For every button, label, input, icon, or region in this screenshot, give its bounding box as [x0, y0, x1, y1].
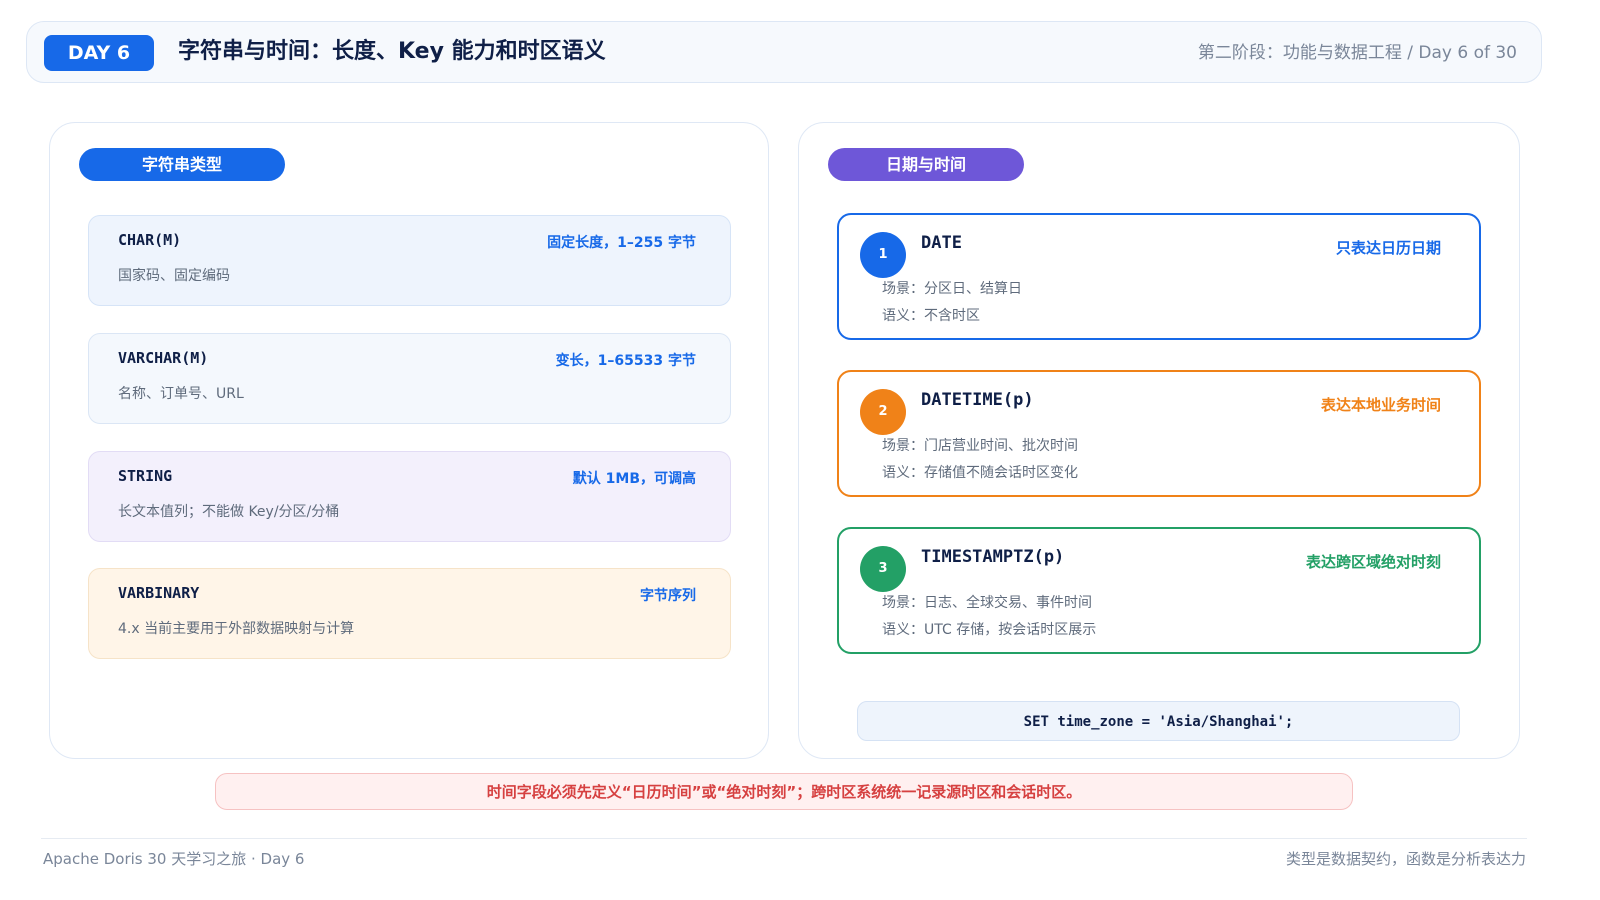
type-scene: 场景：分区日、结算日	[882, 281, 1022, 297]
type-tag: 表达跨区域绝对时刻	[1305, 553, 1441, 571]
datetime-types-label: 日期与时间	[828, 148, 1024, 181]
step-number-badge: 3	[860, 546, 906, 592]
page-title: 字符串与时间：长度、Key 能力和时区语义	[178, 39, 606, 64]
type-name: DATE	[921, 233, 962, 253]
warning-banner: 时间字段必须先定义“日历时间”或“绝对时刻”；跨时区系统统一记录源时区和会话时区…	[215, 773, 1353, 810]
string-types-panel: 字符串类型 CHAR(M) 固定长度，1–255 字节 国家码、固定编码 VAR…	[49, 122, 769, 759]
time-type-card-datetime: 2 DATETIME(p) 表达本地业务时间 场景：门店营业时间、批次时间 语义…	[837, 370, 1481, 497]
type-name: VARBINARY	[118, 584, 200, 602]
header-bar: DAY 6 字符串与时间：长度、Key 能力和时区语义 第二阶段：功能与数据工程…	[26, 21, 1542, 83]
type-scene: 场景：日志、全球交易、事件时间	[882, 595, 1092, 611]
time-type-card-timestamptz: 3 TIMESTAMPTZ(p) 表达跨区域绝对时刻 场景：日志、全球交易、事件…	[837, 527, 1481, 654]
type-desc: 长文本值列；不能做 Key/分区/分桶	[118, 504, 340, 520]
type-tag: 字节序列	[640, 588, 696, 604]
datetime-types-panel: 日期与时间 1 DATE 只表达日历日期 场景：分区日、结算日 语义：不含时区 …	[798, 122, 1520, 759]
step-number-badge: 2	[860, 389, 906, 435]
type-tag: 只表达日历日期	[1335, 239, 1441, 257]
string-type-card-string: STRING 默认 1MB，可调高 长文本值列；不能做 Key/分区/分桶	[88, 451, 731, 542]
type-name: STRING	[118, 467, 173, 485]
type-name: CHAR(M)	[118, 231, 182, 249]
type-semantics: 语义：存储值不随会话时区变化	[882, 465, 1078, 481]
type-semantics: 语义：UTC 存储，按会话时区展示	[882, 622, 1097, 638]
type-tag: 变长，1–65533 字节	[555, 353, 696, 369]
stage-info: 第二阶段：功能与数据工程 / Day 6 of 30	[1197, 43, 1517, 63]
string-type-card-varchar: VARCHAR(M) 变长，1–65533 字节 名称、订单号、URL	[88, 333, 731, 424]
type-name: VARCHAR(M)	[118, 349, 209, 367]
day-badge: DAY 6	[44, 35, 154, 71]
type-tag: 默认 1MB，可调高	[572, 471, 696, 487]
type-tag: 固定长度，1–255 字节	[547, 235, 696, 251]
type-name: TIMESTAMPTZ(p)	[921, 547, 1065, 567]
time-type-card-date: 1 DATE 只表达日历日期 场景：分区日、结算日 语义：不含时区	[837, 213, 1481, 340]
timezone-code-snippet: SET time_zone = 'Asia/Shanghai';	[857, 701, 1460, 741]
string-type-card-varbinary: VARBINARY 字节序列 4.x 当前主要用于外部数据映射与计算	[88, 568, 731, 659]
type-name: DATETIME(p)	[921, 390, 1034, 410]
type-tag: 表达本地业务时间	[1320, 396, 1441, 414]
step-number-badge: 1	[860, 232, 906, 278]
string-type-card-char: CHAR(M) 固定长度，1–255 字节 国家码、固定编码	[88, 215, 731, 306]
type-semantics: 语义：不含时区	[882, 308, 980, 324]
string-types-label: 字符串类型	[79, 148, 285, 181]
footer-divider	[41, 838, 1527, 839]
type-desc: 名称、订单号、URL	[118, 386, 244, 402]
footer-tagline: 类型是数据契约，函数是分析表达力	[1285, 850, 1526, 868]
type-desc: 4.x 当前主要用于外部数据映射与计算	[118, 621, 355, 637]
type-desc: 国家码、固定编码	[118, 268, 230, 284]
type-scene: 场景：门店营业时间、批次时间	[882, 438, 1078, 454]
footer-course-title: Apache Doris 30 天学习之旅 · Day 6	[43, 850, 305, 868]
